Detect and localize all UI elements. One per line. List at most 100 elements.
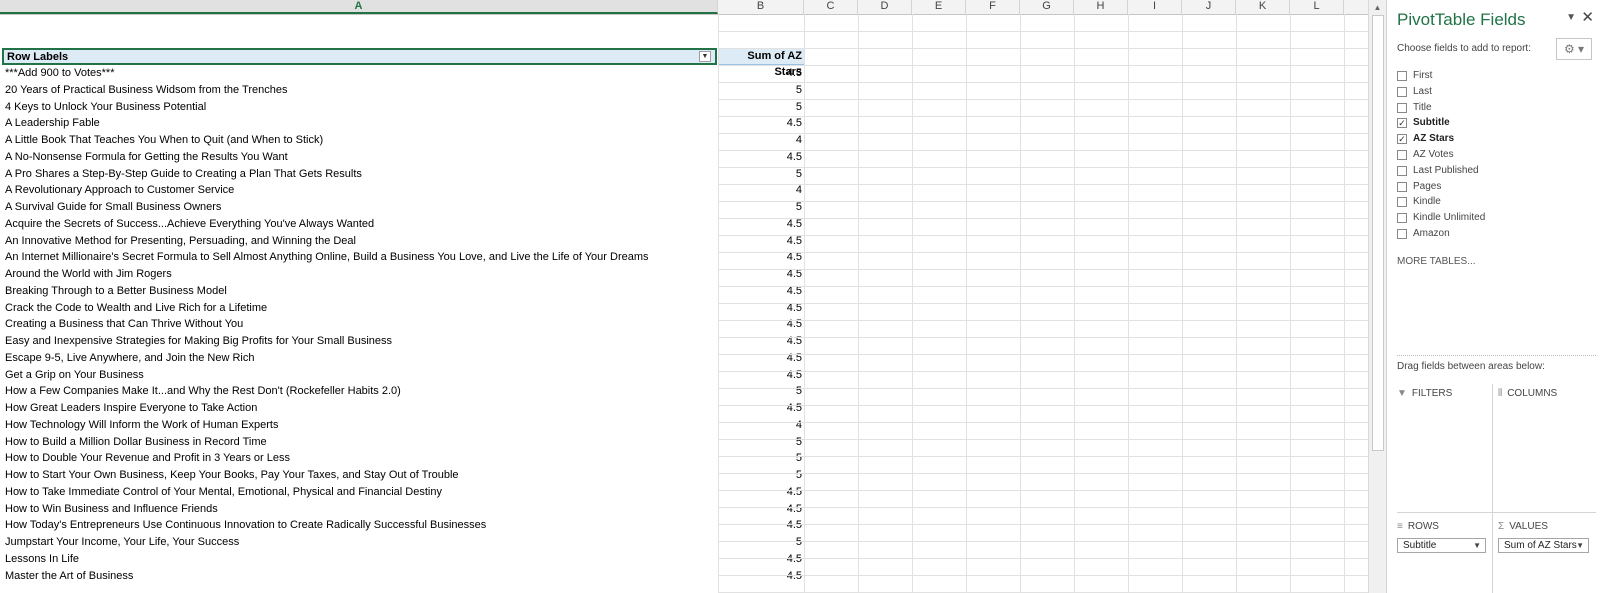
checkbox-icon[interactable] — [1397, 165, 1407, 176]
value-cell[interactable]: 5 — [722, 99, 802, 116]
table-row[interactable]: 20 Years of Practical Business Widsom fr… — [0, 82, 804, 99]
column-header-d[interactable]: D — [858, 0, 912, 14]
row-label-cell[interactable]: How Today's Entrepreneurs Use Continuous… — [5, 517, 486, 534]
value-cell[interactable]: 4.5 — [722, 316, 802, 333]
checkbox-checked-icon[interactable]: ✓ — [1397, 134, 1407, 145]
more-tables-link[interactable]: MORE TABLES... — [1397, 256, 1476, 267]
column-header-l[interactable]: L — [1290, 0, 1344, 14]
row-label-cell[interactable]: Escape 9-5, Live Anywhere, and Join the … — [5, 350, 254, 367]
row-label-cell[interactable]: 4 Keys to Unlock Your Business Potential — [5, 99, 206, 116]
row-label-cell[interactable]: How to Start Your Own Business, Keep You… — [5, 467, 459, 484]
row-label-cell[interactable]: A Survival Guide for Small Business Owne… — [5, 199, 221, 216]
checkbox-icon[interactable] — [1397, 86, 1407, 97]
table-row[interactable]: How a Few Companies Make It...and Why th… — [0, 383, 804, 400]
table-row[interactable]: A Little Book That Teaches You When to Q… — [0, 132, 804, 149]
table-row[interactable]: Escape 9-5, Live Anywhere, and Join the … — [0, 350, 804, 367]
row-label-cell[interactable]: A No-Nonsense Formula for Getting the Re… — [5, 149, 288, 166]
row-label-cell[interactable]: Get a Grip on Your Business — [5, 367, 144, 384]
table-row[interactable]: A Leadership Fable 4.5 — [0, 115, 804, 132]
spreadsheet-grid[interactable]: ABCDEFGHIJKL Row Labels ▼ Sum of AZ Star… — [0, 0, 1368, 593]
table-row[interactable]: Breaking Through to a Better Business Mo… — [0, 283, 804, 300]
table-row[interactable]: How to Double Your Revenue and Profit in… — [0, 450, 804, 467]
column-header-f[interactable]: F — [966, 0, 1020, 14]
checkbox-icon[interactable] — [1397, 197, 1407, 208]
vertical-scrollbar[interactable]: ▲ — [1368, 0, 1386, 593]
row-labels-header[interactable]: Row Labels ▼ — [2, 48, 717, 65]
value-cell[interactable]: 4.5 — [722, 333, 802, 350]
column-header-h[interactable]: H — [1074, 0, 1128, 14]
value-cell[interactable]: 4 — [722, 132, 802, 149]
row-label-cell[interactable]: 20 Years of Practical Business Widsom fr… — [5, 82, 287, 99]
column-header-a[interactable]: A — [0, 0, 718, 14]
column-header-c[interactable]: C — [804, 0, 858, 14]
table-row[interactable]: A Survival Guide for Small Business Owne… — [0, 199, 804, 216]
value-cell[interactable]: 4 — [722, 417, 802, 434]
field-item[interactable]: Last Published — [1397, 165, 1479, 181]
value-cell[interactable]: 4.5 — [722, 400, 802, 417]
checkbox-checked-icon[interactable]: ✓ — [1397, 118, 1407, 129]
row-label-cell[interactable]: Breaking Through to a Better Business Mo… — [5, 283, 227, 300]
column-header-k[interactable]: K — [1236, 0, 1290, 14]
row-label-cell[interactable]: ***Add 900 to Votes*** — [5, 65, 114, 82]
field-item[interactable]: ✓ Subtitle — [1397, 117, 1450, 133]
checkbox-icon[interactable] — [1397, 181, 1407, 192]
row-label-cell[interactable]: How a Few Companies Make It...and Why th… — [5, 383, 401, 400]
field-item[interactable]: Pages — [1397, 181, 1441, 197]
row-label-cell[interactable]: How to Take Immediate Control of Your Me… — [5, 484, 442, 501]
row-label-cell[interactable]: An Internet Millionaire's Secret Formula… — [5, 249, 649, 266]
field-item[interactable]: ✓ AZ Stars — [1397, 133, 1454, 149]
table-row[interactable]: A Revolutionary Approach to Customer Ser… — [0, 182, 804, 199]
row-label-cell[interactable]: A Revolutionary Approach to Customer Ser… — [5, 182, 234, 199]
table-row[interactable]: How to Take Immediate Control of Your Me… — [0, 484, 804, 501]
rows-field-pill[interactable]: Subtitle ▼ — [1397, 538, 1486, 553]
column-header-j[interactable]: J — [1182, 0, 1236, 14]
table-row[interactable]: Get a Grip on Your Business 4.5 — [0, 367, 804, 384]
column-header-g[interactable]: G — [1020, 0, 1074, 14]
table-row[interactable]: How to Build a Million Dollar Business i… — [0, 434, 804, 451]
close-icon[interactable]: ✕ — [1581, 8, 1594, 26]
field-item[interactable]: Title — [1397, 102, 1432, 118]
value-cell[interactable]: 4.5 — [722, 484, 802, 501]
row-label-cell[interactable]: Master the Art of Business — [5, 568, 133, 585]
table-row[interactable]: Crack the Code to Wealth and Live Rich f… — [0, 300, 804, 317]
value-cell[interactable]: 4.5 — [722, 501, 802, 518]
value-cell[interactable]: 5 — [722, 450, 802, 467]
checkbox-icon[interactable] — [1397, 150, 1407, 160]
field-item[interactable]: Kindle — [1397, 196, 1441, 212]
field-item[interactable]: AZ Votes — [1397, 149, 1454, 165]
value-cell[interactable]: 4.5 — [722, 517, 802, 534]
value-cell[interactable]: 5 — [722, 82, 802, 99]
table-row[interactable]: A Pro Shares a Step-By-Step Guide to Cre… — [0, 166, 804, 183]
row-label-cell[interactable]: How to Win Business and Influence Friend… — [5, 501, 218, 518]
value-cell[interactable]: 4.5 — [722, 115, 802, 132]
value-cell[interactable]: 4.5 — [722, 350, 802, 367]
value-cell[interactable]: 5 — [722, 434, 802, 451]
checkbox-icon[interactable] — [1397, 213, 1407, 224]
pane-options-chevron-icon[interactable]: ▼ — [1566, 12, 1576, 23]
value-cell[interactable]: 5 — [722, 166, 802, 183]
row-label-cell[interactable]: Creating a Business that Can Thrive With… — [5, 316, 243, 333]
row-label-cell[interactable]: Easy and Inexpensive Strategies for Maki… — [5, 333, 392, 350]
table-row[interactable]: ***Add 900 to Votes*** 4.5 — [0, 65, 804, 82]
row-label-cell[interactable]: A Leadership Fable — [5, 115, 100, 132]
values-header[interactable]: Sum of AZ Stars — [718, 48, 804, 78]
row-label-cell[interactable]: Crack the Code to Wealth and Live Rich f… — [5, 300, 267, 317]
field-item[interactable]: First — [1397, 70, 1432, 86]
row-label-cell[interactable]: An Innovative Method for Presenting, Per… — [5, 233, 356, 250]
row-label-cell[interactable]: Around the World with Jim Rogers — [5, 266, 172, 283]
column-header-b[interactable]: B — [718, 0, 804, 14]
table-row[interactable]: How Technology Will Inform the Work of H… — [0, 417, 804, 434]
value-cell[interactable]: 4.5 — [722, 551, 802, 568]
field-item[interactable]: Last — [1397, 86, 1432, 102]
table-row[interactable]: Lessons In Life 4.5 — [0, 551, 804, 568]
column-header-i[interactable]: I — [1128, 0, 1182, 14]
row-label-cell[interactable]: A Little Book That Teaches You When to Q… — [5, 132, 323, 149]
chevron-down-icon[interactable]: ▼ — [1576, 539, 1584, 552]
table-row[interactable]: How to Win Business and Influence Friend… — [0, 501, 804, 518]
scroll-up-arrow-icon[interactable]: ▲ — [1371, 2, 1384, 14]
gear-icon[interactable]: ⚙ ▾ — [1556, 38, 1592, 60]
value-cell[interactable]: 5 — [722, 534, 802, 551]
table-row[interactable]: Acquire the Secrets of Success...Achieve… — [0, 216, 804, 233]
table-row[interactable]: Master the Art of Business 4.5 — [0, 568, 804, 585]
table-row[interactable]: An Innovative Method for Presenting, Per… — [0, 233, 804, 250]
